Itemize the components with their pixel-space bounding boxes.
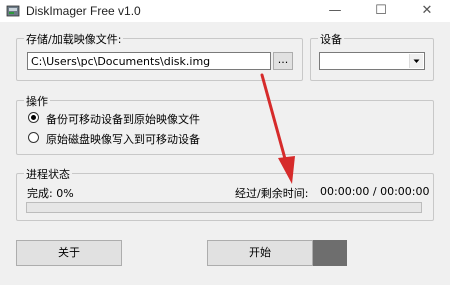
device-group-label: 设备	[318, 31, 344, 47]
write-radio[interactable]	[28, 132, 39, 143]
browse-button[interactable]: ...	[273, 52, 293, 70]
completed-text: 完成: 0%	[27, 187, 74, 200]
storage-group-label: 存储/加载映像文件:	[24, 31, 124, 47]
backup-radio[interactable]	[28, 112, 39, 123]
progress-bar	[26, 202, 422, 213]
chevron-down-icon[interactable]	[409, 54, 423, 68]
app-icon	[6, 5, 20, 17]
device-select[interactable]	[319, 52, 425, 70]
window-title: DiskImager Free v1.0	[26, 4, 141, 18]
operation-group-label: 操作	[24, 93, 50, 109]
close-button[interactable]: ✕	[404, 0, 450, 22]
maximize-button[interactable]: ☐	[358, 0, 404, 22]
image-path-field[interactable]: C:\Users\pc\Documents\disk.img	[27, 52, 271, 70]
elapsed-remaining-label: 经过/剩余时间:	[235, 187, 309, 200]
backup-option[interactable]: 备份可移动设备到原始映像文件	[28, 111, 228, 126]
progress-group-label: 进程状态	[24, 166, 72, 182]
about-button[interactable]: 关于	[16, 240, 122, 266]
backup-option-label: 备份可移动设备到原始映像文件	[46, 113, 200, 126]
start-disabled-panel	[313, 240, 347, 266]
write-option[interactable]: 原始磁盘映像写入到可移动设备	[28, 131, 228, 146]
minimize-button[interactable]: —	[312, 0, 358, 22]
elapsed-remaining-value: 00:00:00 / 00:00:00	[320, 185, 430, 198]
title-bar: DiskImager Free v1.0 — ☐ ✕	[0, 0, 450, 22]
write-option-label: 原始磁盘映像写入到可移动设备	[46, 133, 200, 146]
start-button[interactable]: 开始	[207, 240, 313, 266]
